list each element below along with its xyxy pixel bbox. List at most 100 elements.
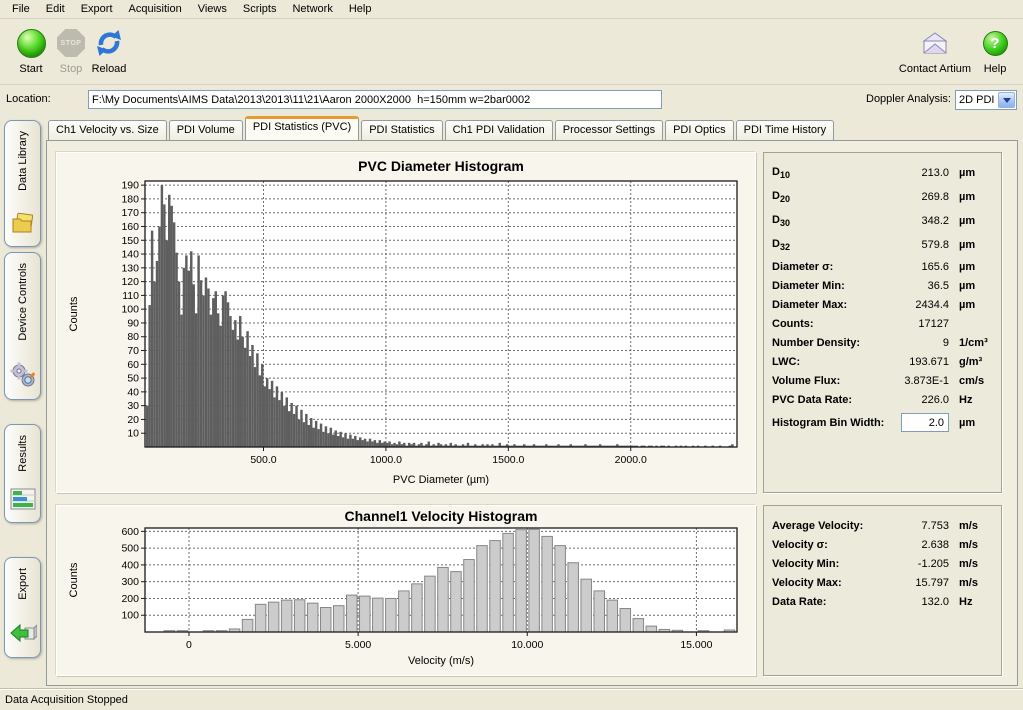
menu-item-acquisition[interactable]: Acquisition [121,1,190,17]
tab-pdi-optics[interactable]: PDI Optics [665,120,734,140]
gears-icon [10,362,36,391]
stat-row: D10213.0µm [772,161,993,185]
tab-pdi-time-history[interactable]: PDI Time History [736,120,835,140]
svg-text:5.000: 5.000 [345,639,371,651]
stat-value: -1.205 [887,558,949,570]
stat-value: 579.8 [887,239,949,251]
stat-value: 348.2 [887,215,949,227]
svg-text:10: 10 [127,428,139,440]
tab-ch1-velocity-vs-size[interactable]: Ch1 Velocity vs. Size [48,120,167,140]
menu-item-network[interactable]: Network [284,1,340,17]
svg-text:15.000: 15.000 [680,639,712,651]
stat-unit: m/s [949,539,993,551]
sidebar-item-device-controls[interactable]: Device Controls [4,252,41,400]
tab-strip: Ch1 Velocity vs. SizePDI VolumePDI Stati… [48,118,1018,140]
sidebar-item-data-library[interactable]: Data Library [4,120,41,247]
stat-label: Velocity Max: [772,577,887,589]
sidebar-item-export[interactable]: Export [4,557,41,658]
stat-row: Average Velocity:7.753m/s [772,516,993,535]
doppler-analysis-label: Doppler Analysis: [866,93,951,105]
stat-row: Velocity σ:2.638m/s [772,535,993,554]
svg-text:200: 200 [121,593,139,605]
sidebar-item-results[interactable]: Results [4,424,41,523]
svg-text:2000.0: 2000.0 [615,454,647,466]
stat-unit: µm [949,215,993,227]
stat-value: 2434.4 [887,299,949,311]
stat-unit: m/s [949,520,993,532]
tab-pdi-volume[interactable]: PDI Volume [169,120,243,140]
stat-value: 36.5 [887,280,949,292]
stat-label: Counts: [772,318,887,330]
contact-artium-button[interactable]: Contact Artium [896,26,974,75]
stat-row: D30348.2µm [772,209,993,233]
pvc-diameter-histogram-panel: 1020304050607080901001101201301401501601… [56,152,756,493]
svg-text:150: 150 [121,235,139,247]
stat-label: D30 [772,214,887,228]
menu-item-help[interactable]: Help [341,1,380,17]
svg-text:100: 100 [121,304,139,316]
menu-item-scripts[interactable]: Scripts [235,1,285,17]
svg-text:140: 140 [121,249,139,261]
stat-row: D32579.8µm [772,233,993,257]
stat-row: Diameter σ:165.6µm [772,257,993,276]
velocity-histogram-chart: 10020030040050060005.00010.00015.000Chan… [57,506,755,675]
svg-text:10.000: 10.000 [511,639,543,651]
sidebar-item-label: Data Library [17,131,29,191]
svg-text:80: 80 [127,331,139,343]
stat-value: 226.0 [887,394,949,406]
tab-pdi-statistics[interactable]: PDI Statistics [361,120,442,140]
tab-processor-settings[interactable]: Processor Settings [555,120,663,140]
tab-ch1-pdi-validation[interactable]: Ch1 PDI Validation [445,120,553,140]
reload-icon [94,28,124,58]
stat-value: 7.753 [887,520,949,532]
stat-value: 165.6 [887,261,949,273]
sidebar-item-label: Device Controls [17,263,29,341]
histogram-bin-width-input[interactable] [901,413,949,432]
stat-label: Data Rate: [772,596,887,608]
stat-unit: g/m³ [949,356,993,368]
stat-value: 15.797 [887,577,949,589]
svg-text:50: 50 [127,373,139,385]
location-label: Location: [6,93,51,105]
stat-value: 269.8 [887,191,949,203]
export-arrow-icon [9,622,37,649]
menu-item-edit[interactable]: Edit [38,1,73,17]
svg-text:300: 300 [121,576,139,588]
stat-value: 9 [887,337,949,349]
menu-item-file[interactable]: File [4,1,38,17]
stat-unit: cm/s [949,375,993,387]
stat-value: 2.638 [887,539,949,551]
svg-text:Velocity (m/s): Velocity (m/s) [408,655,474,667]
histogram-bin-width-label: Histogram Bin Width: [772,417,887,429]
chevron-down-icon[interactable] [998,92,1015,108]
svg-text:PVC Diameter (µm): PVC Diameter (µm) [393,474,489,486]
svg-text:40: 40 [127,386,139,398]
stat-label: Number Density: [772,337,887,349]
status-text: Data Acquisition Stopped [5,694,128,706]
contact-artium-label: Contact Artium [896,63,974,75]
menu-item-views[interactable]: Views [190,1,235,17]
stat-unit: µm [949,191,993,203]
svg-text:Channel1 Velocity Histogram: Channel1 Velocity Histogram [345,508,538,524]
stat-unit: µm [949,261,993,273]
sidebar: Data Library Device Controls Results Export [0,114,46,688]
svg-text:90: 90 [127,317,139,329]
doppler-analysis-select[interactable]: 2D PDI [955,90,1017,110]
help-button[interactable]: ? Help [972,26,1018,75]
svg-text:20: 20 [127,414,139,426]
menu-item-export[interactable]: Export [73,1,121,17]
tab-pdi-statistics-pvc[interactable]: PDI Statistics (PVC) [245,116,359,140]
doppler-analysis-value: 2D PDI [956,94,998,106]
location-input[interactable] [88,90,662,109]
stat-label: PVC Data Rate: [772,394,887,406]
sidebar-item-label: Export [17,568,29,600]
svg-text:120: 120 [121,276,139,288]
reload-button[interactable]: Reload [86,26,132,75]
stat-label: Diameter Max: [772,299,887,311]
stat-row: Number Density:91/cm³ [772,333,993,352]
svg-text:Counts: Counts [68,296,80,331]
stat-label: Velocity σ: [772,539,887,551]
stat-unit: Hz [949,596,993,608]
stat-label: Velocity Min: [772,558,887,570]
stat-row: Volume Flux:3.873E-1cm/s [772,371,993,390]
